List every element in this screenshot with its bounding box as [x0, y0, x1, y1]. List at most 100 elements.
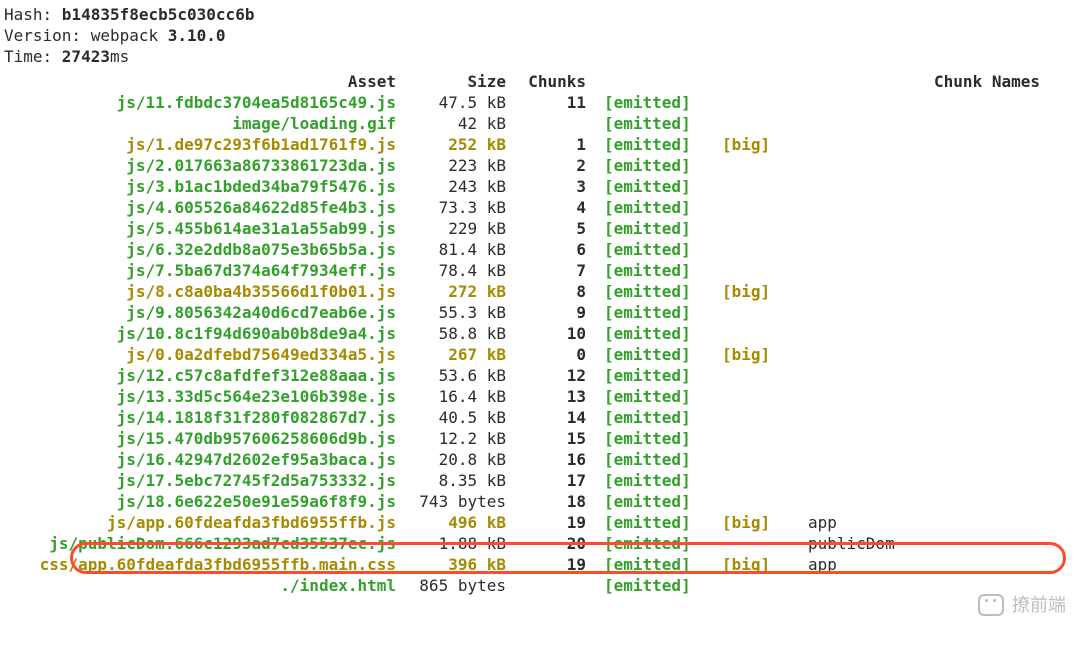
asset-name: js/5.455b614ae31a1a55ab99.js — [4, 218, 404, 239]
emitted-badge: [emitted] — [596, 449, 716, 470]
asset-chunks: 15 — [516, 428, 596, 449]
asset-chunks: 19 — [516, 512, 596, 533]
asset-chunks: 3 — [516, 176, 596, 197]
asset-name: js/17.5ebc72745f2d5a753332.js — [4, 470, 404, 491]
emitted-badge: [emitted] — [596, 92, 716, 113]
assets-table: Asset Size Chunks Chunk Names js/11.fdbd… — [4, 71, 1080, 596]
emitted-badge: [emitted] — [596, 407, 716, 428]
table-row: js/app.60fdeafda3fbd6955ffb.js496 kB19[e… — [4, 512, 1080, 533]
asset-name: js/13.33d5c564e23e106b398e.js — [4, 386, 404, 407]
asset-chunks: 2 — [516, 155, 596, 176]
big-badge: [big] — [716, 512, 796, 533]
asset-chunks: 11 — [516, 92, 596, 113]
asset-chunks: 8 — [516, 281, 596, 302]
emitted-badge: [emitted] — [596, 260, 716, 281]
table-row: js/18.6e622e50e91e59a6f8f9.js743 bytes18… — [4, 491, 1080, 512]
hdr-chunks: Chunks — [516, 71, 596, 92]
asset-size: 78.4 kB — [404, 260, 516, 281]
asset-name: js/12.c57c8afdfef312e88aaa.js — [4, 365, 404, 386]
asset-name: js/18.6e622e50e91e59a6f8f9.js — [4, 491, 404, 512]
asset-size: 267 kB — [404, 344, 516, 365]
asset-name: js/10.8c1f94d690ab0b8de9a4.js — [4, 323, 404, 344]
hdr-size: Size — [404, 71, 516, 92]
asset-name: ./index.html — [4, 575, 404, 596]
emitted-badge: [emitted] — [596, 302, 716, 323]
table-row: image/loading.gif42 kB [emitted] — [4, 113, 1080, 134]
asset-size: 396 kB — [404, 554, 516, 575]
asset-size: 42 kB — [404, 113, 516, 134]
asset-name: js/2.017663a86733861723da.js — [4, 155, 404, 176]
table-row: js/9.8056342a40d6cd7eab6e.js55.3 kB9[emi… — [4, 302, 1080, 323]
emitted-badge: [emitted] — [596, 155, 716, 176]
big-badge: [big] — [716, 554, 796, 575]
asset-size: 496 kB — [404, 512, 516, 533]
asset-size: 40.5 kB — [404, 407, 516, 428]
watermark: 撩前端 — [978, 594, 1066, 616]
asset-name: js/14.1818f31f280f082867d7.js — [4, 407, 404, 428]
emitted-badge: [emitted] — [596, 113, 716, 134]
emitted-badge: [emitted] — [596, 239, 716, 260]
table-row: js/15.470db957606258606d9b.js12.2 kB15[e… — [4, 428, 1080, 449]
asset-chunks: 19 — [516, 554, 596, 575]
table-row: js/7.5ba67d374a64f7934eff.js78.4 kB7[emi… — [4, 260, 1080, 281]
table-row: js/14.1818f31f280f082867d7.js40.5 kB14[e… — [4, 407, 1080, 428]
version-value: 3.10.0 — [168, 26, 226, 45]
table-row: js/4.605526a84622d85fe4b3.js73.3 kB4[emi… — [4, 197, 1080, 218]
asset-size: 73.3 kB — [404, 197, 516, 218]
asset-size: 12.2 kB — [404, 428, 516, 449]
asset-name: js/8.c8a0ba4b35566d1f0b01.js — [4, 281, 404, 302]
emitted-badge: [emitted] — [596, 176, 716, 197]
time-value: 27423 — [62, 47, 110, 66]
asset-chunks: 16 — [516, 449, 596, 470]
emitted-badge: [emitted] — [596, 575, 716, 596]
asset-name: js/7.5ba67d374a64f7934eff.js — [4, 260, 404, 281]
emitted-badge: [emitted] — [596, 428, 716, 449]
asset-name: js/4.605526a84622d85fe4b3.js — [4, 197, 404, 218]
asset-chunks: 13 — [516, 386, 596, 407]
asset-size: 252 kB — [404, 134, 516, 155]
big-badge: [big] — [716, 281, 796, 302]
asset-chunks: 14 — [516, 407, 596, 428]
emitted-badge: [emitted] — [596, 470, 716, 491]
emitted-badge: [emitted] — [596, 533, 716, 554]
asset-size: 243 kB — [404, 176, 516, 197]
asset-chunks: 1 — [516, 134, 596, 155]
emitted-badge: [emitted] — [596, 134, 716, 155]
asset-chunks: 6 — [516, 239, 596, 260]
hash-line: Hash: b14835f8ecb5c030cc6b — [4, 4, 1080, 25]
table-row: js/0.0a2dfebd75649ed334a5.js267 kB0[emit… — [4, 344, 1080, 365]
asset-name: js/9.8056342a40d6cd7eab6e.js — [4, 302, 404, 323]
version-line: Version: webpack 3.10.0 — [4, 25, 1080, 46]
asset-name: js/app.60fdeafda3fbd6955ffb.js — [4, 512, 404, 533]
table-row: js/5.455b614ae31a1a55ab99.js229 kB5[emit… — [4, 218, 1080, 239]
big-badge: [big] — [716, 344, 796, 365]
emitted-badge: [emitted] — [596, 323, 716, 344]
emitted-badge: [emitted] — [596, 512, 716, 533]
emitted-badge: [emitted] — [596, 365, 716, 386]
emitted-badge: [emitted] — [596, 491, 716, 512]
asset-name: image/loading.gif — [4, 113, 404, 134]
asset-name: js/16.42947d2602ef95a3baca.js — [4, 449, 404, 470]
asset-size: 58.8 kB — [404, 323, 516, 344]
table-row: js/3.b1ac1bded34ba79f5476.js243 kB3[emit… — [4, 176, 1080, 197]
asset-name: js/0.0a2dfebd75649ed334a5.js — [4, 344, 404, 365]
emitted-badge: [emitted] — [596, 386, 716, 407]
asset-chunks: 7 — [516, 260, 596, 281]
asset-chunks: 10 — [516, 323, 596, 344]
big-badge: [big] — [716, 134, 796, 155]
asset-chunks: 18 — [516, 491, 596, 512]
table-row: js/1.de97c293f6b1ad1761f9.js252 kB1[emit… — [4, 134, 1080, 155]
asset-name: js/3.b1ac1bded34ba79f5476.js — [4, 176, 404, 197]
table-row: js/16.42947d2602ef95a3baca.js20.8 kB16[e… — [4, 449, 1080, 470]
table-row: js/12.c57c8afdfef312e88aaa.js53.6 kB12[e… — [4, 365, 1080, 386]
emitted-badge: [emitted] — [596, 218, 716, 239]
asset-size: 1.88 kB — [404, 533, 516, 554]
asset-size: 20.8 kB — [404, 449, 516, 470]
asset-name: js/1.de97c293f6b1ad1761f9.js — [4, 134, 404, 155]
hdr-asset: Asset — [4, 71, 404, 92]
chunk-names: app — [796, 554, 1080, 575]
asset-chunks: 0 — [516, 344, 596, 365]
chunk-names: app — [796, 512, 1080, 533]
asset-size: 47.5 kB — [404, 92, 516, 113]
asset-name: css/app.60fdeafda3fbd6955ffb.main.css — [4, 554, 404, 575]
